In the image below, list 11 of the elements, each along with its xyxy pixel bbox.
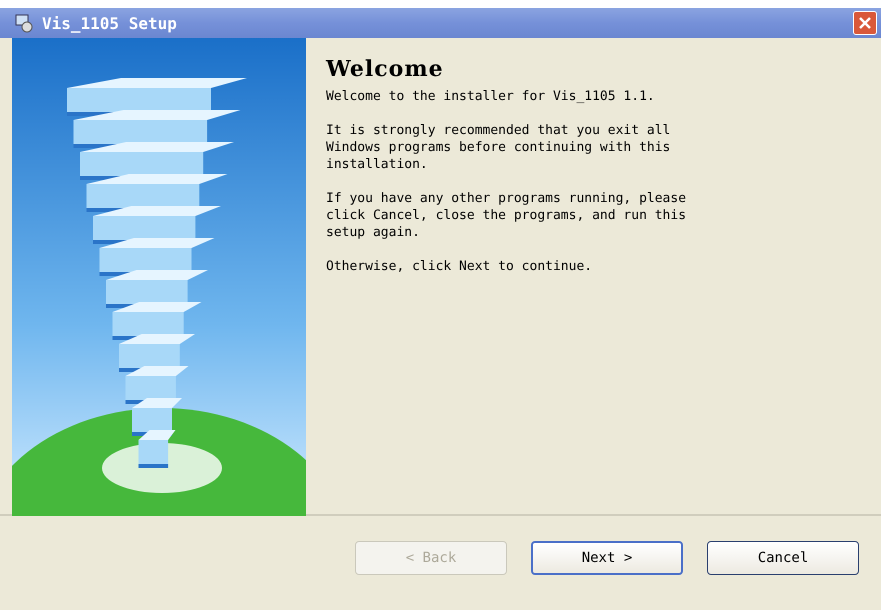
paragraph: Welcome to the installer for Vis_1105 1.1. [326, 88, 656, 105]
paragraph: If you have any other programs running, please click Cancel, close the programs, and run this setup again. [326, 190, 688, 241]
paragraph: Otherwise, click Next to continue. [326, 258, 594, 275]
paragraph: It is strongly recommended that you exit all Windows programs before continuing with this installation. [326, 122, 672, 173]
window-title: Vis_1105 Setup [42, 14, 178, 32]
close-button[interactable] [853, 11, 877, 35]
wizard-button[interactable]: Next > [531, 541, 683, 575]
close-icon [858, 16, 872, 30]
welcome-heading: Welcome [326, 56, 445, 82]
wizard-button[interactable]: Cancel [707, 541, 859, 575]
installer-icon [14, 13, 34, 33]
